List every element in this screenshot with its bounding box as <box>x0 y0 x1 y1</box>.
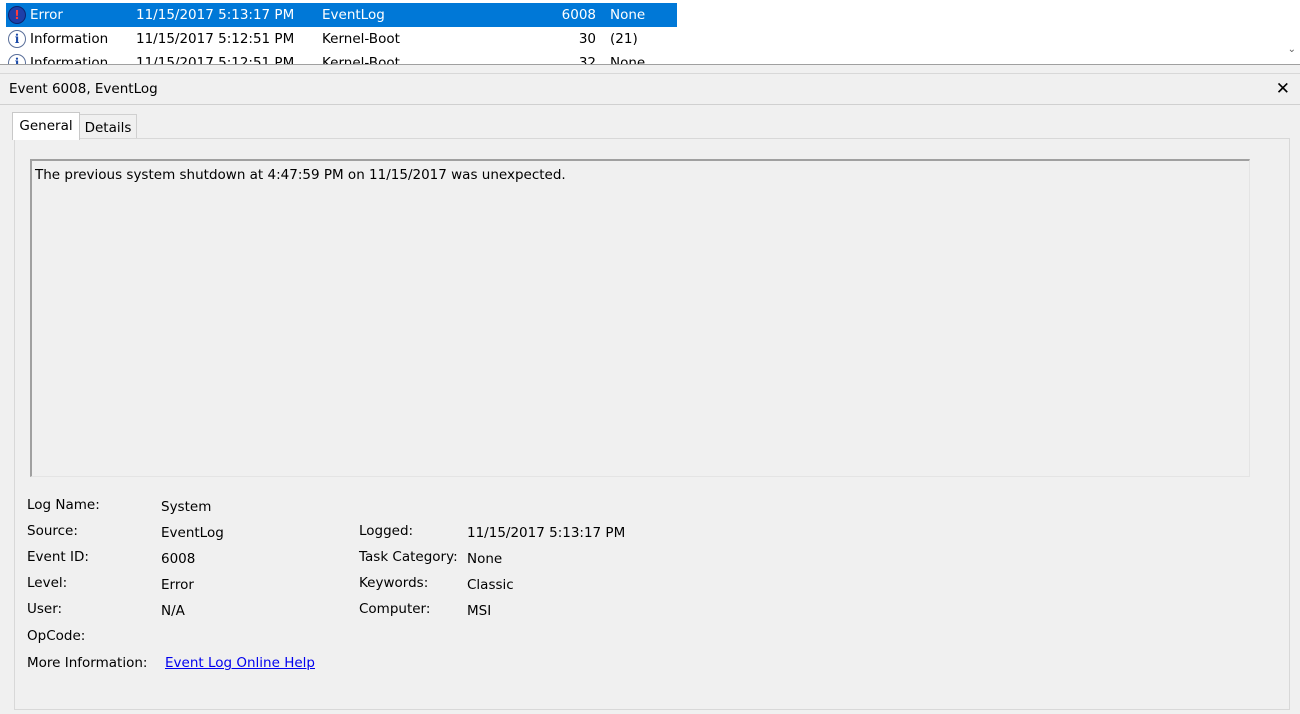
close-icon[interactable]: ✕ <box>1276 74 1290 104</box>
event-log-online-help-link[interactable]: Event Log Online Help <box>165 655 315 671</box>
row-level: Information <box>30 31 109 47</box>
user-label: User: <box>27 601 63 617</box>
row-source: Kernel-Boot <box>322 31 400 47</box>
scroll-down-icon[interactable]: ⌄ <box>1288 44 1296 55</box>
row-source: EventLog <box>322 7 385 23</box>
keywords-label: Keywords: <box>359 575 429 591</box>
level-label: Level: <box>27 575 68 591</box>
row-category: None <box>610 7 646 23</box>
tab-general[interactable]: General <box>12 112 80 140</box>
logged-value: 11/15/2017 5:13:17 PM <box>467 525 626 541</box>
information-icon: i <box>8 30 26 48</box>
more-information-label: More Information: <box>27 655 148 671</box>
row-date: 11/15/2017 5:13:17 PM <box>136 7 295 23</box>
event-message-box[interactable]: The previous system shutdown at 4:47:59 … <box>30 159 1250 477</box>
opcode-label: OpCode: <box>27 628 86 644</box>
row-source: Kernel-Boot <box>322 55 400 65</box>
log-name-label: Log Name: <box>27 497 100 513</box>
logged-label: Logged: <box>359 523 414 539</box>
computer-label: Computer: <box>359 601 431 617</box>
information-icon: i <box>8 54 26 64</box>
row-level: Error <box>30 7 63 23</box>
task-category-label: Task Category: <box>359 549 458 565</box>
error-icon: ! <box>8 6 26 24</box>
event-list[interactable]: ! Error 11/15/2017 5:13:17 PM EventLog 6… <box>0 0 1300 65</box>
tab-details[interactable]: Details <box>79 114 137 139</box>
event-id-value: 6008 <box>161 551 196 567</box>
log-name-value: System <box>161 499 212 515</box>
task-category-value: None <box>467 551 503 567</box>
row-event-id: 30 <box>578 31 596 47</box>
level-value: Error <box>161 577 194 593</box>
event-message: The previous system shutdown at 4:47:59 … <box>35 167 566 183</box>
row-date: 11/15/2017 5:12:51 PM <box>136 31 295 47</box>
user-value: N/A <box>161 603 185 619</box>
row-event-id: 32 <box>578 55 596 65</box>
row-category: (21) <box>610 31 638 47</box>
detail-header: Event 6008, EventLog ✕ <box>0 73 1300 105</box>
table-row[interactable]: ! Error 11/15/2017 5:13:17 PM EventLog 6… <box>6 3 677 27</box>
table-row[interactable]: i Information 11/15/2017 5:12:51 PM Kern… <box>6 51 677 65</box>
source-label: Source: <box>27 523 78 539</box>
row-date: 11/15/2017 5:12:51 PM <box>136 55 295 65</box>
vertical-scrollbar[interactable]: ⌄ <box>1283 0 1300 64</box>
table-row[interactable]: i Information 11/15/2017 5:12:51 PM Kern… <box>6 27 677 51</box>
row-level: Information <box>30 55 109 65</box>
row-event-id: 6008 <box>561 7 596 23</box>
source-value: EventLog <box>161 525 224 541</box>
computer-value: MSI <box>467 603 492 619</box>
event-id-label: Event ID: <box>27 549 89 565</box>
keywords-value: Classic <box>467 577 514 593</box>
row-category: None <box>610 55 646 65</box>
detail-title: Event 6008, EventLog <box>9 81 158 97</box>
